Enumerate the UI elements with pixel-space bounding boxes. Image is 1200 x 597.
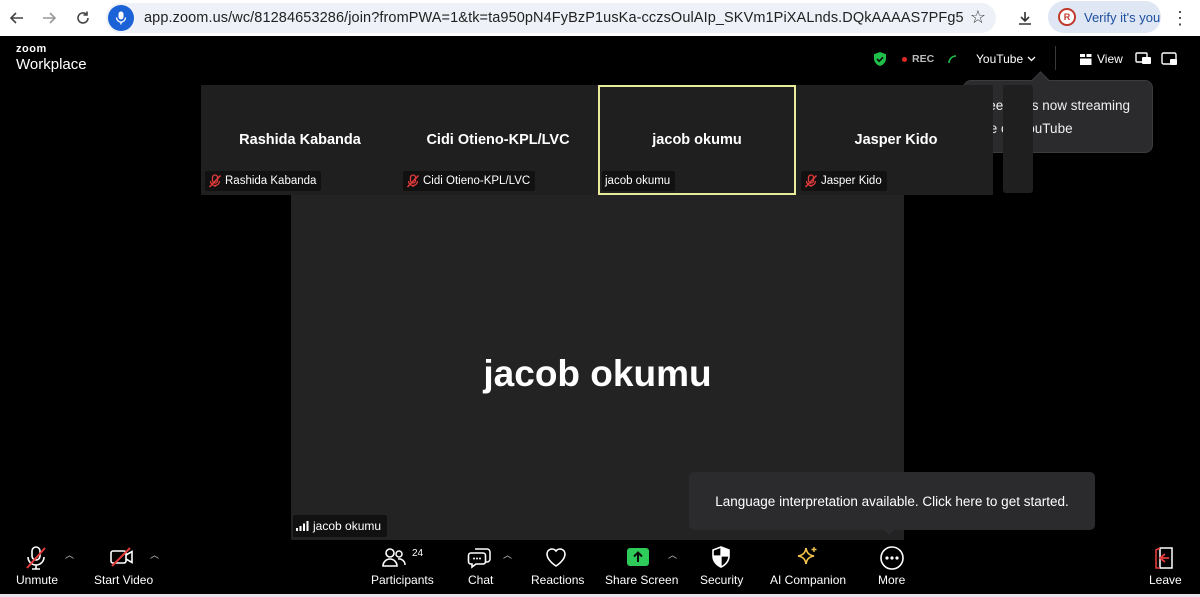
participant-tile[interactable]: Cidi Otieno-KPL/LVC Cidi Otieno-KPL/LVC — [399, 85, 597, 195]
recording-indicator[interactable]: REC — [902, 53, 934, 65]
start-video-button[interactable]: Start Video — [88, 540, 156, 594]
participants-button[interactable]: 24 Participants — [368, 540, 434, 594]
profile-label: Verify it's you — [1084, 9, 1161, 25]
rec-label: REC — [912, 53, 935, 65]
toast-text: Language interpretation available. Click… — [715, 493, 1069, 509]
participant-tile[interactable]: Jasper Kido Jasper Kido — [797, 85, 995, 195]
more-label: More — [878, 573, 906, 587]
participant-name: Rashida Kabanda — [239, 132, 361, 148]
more-button[interactable]: More — [876, 540, 908, 594]
participant-tag: Rashida Kabanda — [205, 171, 322, 191]
participant-tag-label: jacob okumu — [605, 175, 671, 187]
logo-line2: Workplace — [16, 56, 87, 73]
youtube-stream-dropdown[interactable]: YouTube — [976, 52, 1036, 66]
reactions-button[interactable]: Reactions — [528, 540, 584, 594]
kebab-menu-icon[interactable]: ⋮ — [1170, 5, 1190, 31]
download-icon[interactable] — [1012, 5, 1038, 31]
participant-name: jacob okumu — [652, 132, 742, 148]
speaker-name: jacob okumu — [483, 353, 712, 394]
participant-tile[interactable]: Rashida Kabanda Rashida Kabanda — [201, 85, 399, 195]
participant-tag: Jasper Kido — [801, 171, 887, 191]
speaker-tag: jacob okumu — [293, 515, 388, 537]
participant-name: Cidi Otieno-KPL/LVC — [426, 132, 570, 148]
toast-pointer — [882, 528, 896, 535]
leave-button[interactable]: Leave — [1146, 540, 1182, 594]
encryption-shield-icon[interactable] — [872, 51, 888, 67]
participants-icon — [382, 548, 406, 567]
security-shield-icon — [712, 546, 730, 568]
mic-muted-icon — [26, 546, 46, 570]
unmute-button[interactable]: Unmute — [10, 540, 62, 594]
bookmark-star-icon[interactable]: ☆ — [970, 7, 986, 28]
profile-button[interactable]: R Verify it's you — [1048, 1, 1161, 33]
participant-name: Jasper Kido — [854, 132, 938, 148]
zoom-logo: zoom Workplace — [16, 43, 87, 73]
chat-button[interactable]: Chat — [462, 540, 498, 594]
ai-companion-button[interactable]: AI Companion — [768, 540, 846, 594]
more-ellipsis-icon — [880, 546, 904, 570]
reload-icon[interactable] — [70, 5, 96, 31]
record-dot-icon — [902, 56, 907, 62]
minimize-window-icon[interactable] — [1160, 50, 1180, 68]
gallery-strip: Rashida Kabanda Rashida Kabanda Cidi Oti… — [201, 85, 993, 195]
mic-muted-icon — [208, 174, 222, 188]
share-screen-button[interactable]: Share Screen — [602, 540, 678, 594]
participant-tile-active-speaker[interactable]: jacob okumu jacob okumu — [598, 85, 796, 195]
back-arrow-icon[interactable] — [4, 5, 30, 31]
view-label: View — [1097, 52, 1123, 66]
leave-label: Leave — [1149, 573, 1182, 587]
profile-avatar: R — [1058, 8, 1076, 26]
heart-icon — [546, 548, 566, 567]
speaker-tag-label: jacob okumu — [313, 519, 382, 533]
share-screen-label: Share Screen — [605, 573, 679, 587]
logo-line1: zoom — [16, 43, 47, 55]
leave-door-icon — [1155, 547, 1173, 569]
participant-tag-label: Rashida Kabanda — [225, 175, 317, 187]
participants-count: 24 — [412, 548, 424, 559]
participants-label: Participants — [371, 573, 434, 587]
share-screen-icon — [627, 548, 649, 566]
chat-icon — [467, 548, 491, 569]
unmute-label: Unmute — [16, 573, 59, 587]
mic-muted-icon — [406, 174, 420, 188]
mic-muted-icon — [804, 174, 818, 188]
streaming-status-icon — [948, 55, 957, 64]
share-options-caret-icon[interactable]: ︿ — [668, 548, 677, 561]
chat-options-caret-icon[interactable]: ︿ — [503, 548, 512, 561]
chat-label: Chat — [468, 573, 494, 587]
toolbar-divider — [1055, 46, 1056, 70]
grid-view-icon — [1080, 53, 1092, 65]
forward-arrow-icon[interactable] — [36, 5, 62, 31]
address-bar[interactable]: app.zoom.us/wc/81284653286/join?fromPWA=… — [106, 3, 996, 33]
sparkle-icon — [797, 547, 817, 565]
security-label: Security — [700, 573, 744, 587]
gallery-next-page[interactable] — [1003, 85, 1033, 193]
audio-options-caret-icon[interactable]: ︿ — [65, 548, 74, 561]
meeting-toolbar: Unmute ︿ Start Video ︿ 24 Participants C… — [0, 540, 1200, 594]
video-options-caret-icon[interactable]: ︿ — [150, 548, 159, 561]
view-button[interactable]: View — [1080, 52, 1123, 66]
browser-toolbar: app.zoom.us/wc/81284653286/join?fromPWA=… — [0, 0, 1200, 36]
ai-companion-label: AI Companion — [770, 573, 847, 587]
participant-tag-label: Jasper Kido — [821, 175, 882, 187]
microphone-permission-icon[interactable] — [108, 5, 134, 31]
youtube-label: YouTube — [976, 52, 1024, 66]
interpretation-toast[interactable]: Language interpretation available. Click… — [689, 472, 1095, 530]
picture-in-picture-icon[interactable] — [1134, 50, 1154, 68]
reactions-label: Reactions — [531, 573, 585, 587]
start-video-label: Start Video — [94, 573, 154, 587]
participant-tag: jacob okumu — [602, 171, 676, 191]
participant-tag-label: Cidi Otieno-KPL/LVC — [423, 175, 531, 187]
participant-tag: Cidi Otieno-KPL/LVC — [403, 171, 536, 191]
signal-strength-icon — [296, 521, 309, 531]
video-off-icon — [110, 547, 133, 567]
security-button[interactable]: Security — [698, 540, 744, 594]
chevron-down-icon — [1027, 56, 1036, 62]
url-text: app.zoom.us/wc/81284653286/join?fromPWA=… — [144, 10, 964, 26]
